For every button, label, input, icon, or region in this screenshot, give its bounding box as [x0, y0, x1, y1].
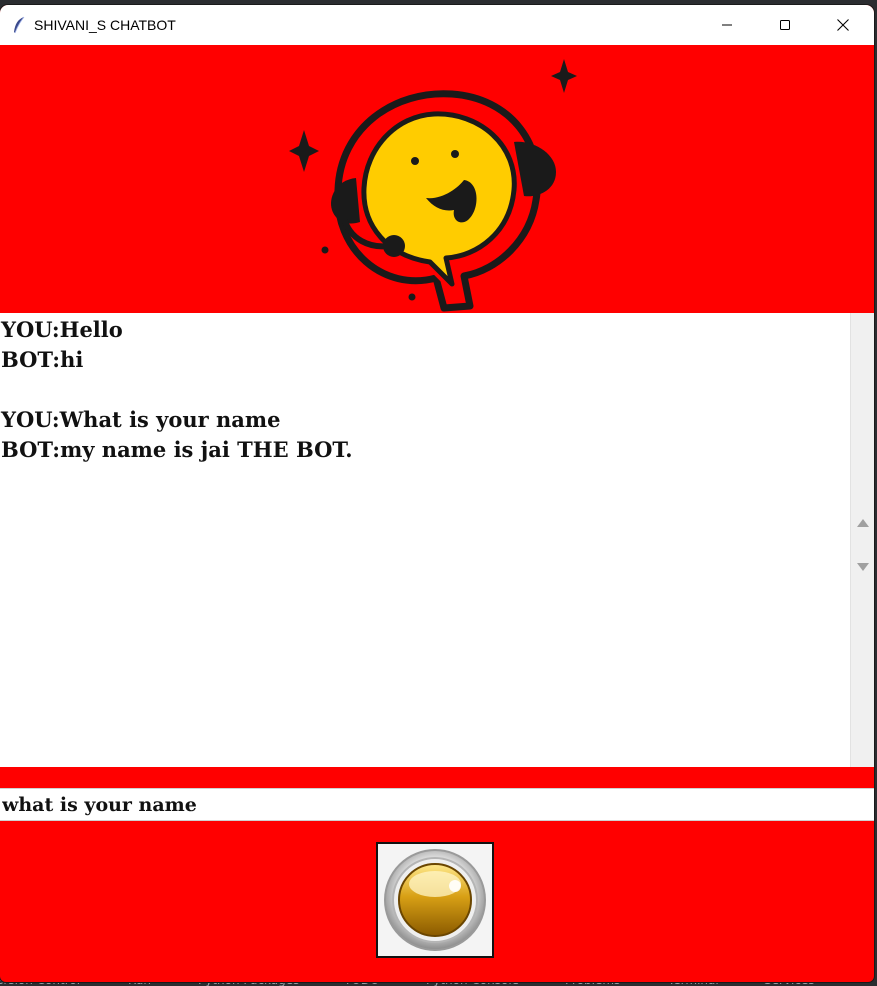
chat-line-user: YOU:Hello — [1, 317, 123, 342]
close-icon — [837, 19, 849, 31]
message-input[interactable] — [0, 788, 874, 821]
chat-line-bot: BOT:hi — [1, 347, 84, 372]
scroll-up-arrow-icon[interactable] — [857, 519, 869, 527]
minimize-icon — [722, 24, 732, 26]
chat-transcript[interactable]: YOU:Hello BOT:hi YOU:What is your name B… — [0, 313, 850, 767]
close-button[interactable] — [814, 5, 872, 45]
scroll-down-arrow-icon[interactable] — [857, 563, 869, 571]
window-title: SHIVANI_S CHATBOT — [34, 17, 176, 33]
header-banner — [0, 45, 874, 313]
maximize-icon — [780, 20, 790, 30]
maximize-button[interactable] — [756, 5, 814, 45]
send-button[interactable] — [376, 842, 494, 958]
feather-icon — [14, 16, 25, 34]
chatbot-window: SHIVANI_S CHATBOT YOU:Hello BOT:hi YOU:W… — [0, 5, 874, 982]
minimize-button[interactable] — [698, 5, 756, 45]
title-bar[interactable]: SHIVANI_S CHATBOT — [0, 5, 874, 45]
chat-line-user: YOU:What is your name — [1, 407, 281, 432]
gold-orb-button-icon — [384, 849, 486, 951]
chat-scrollbar[interactable] — [850, 313, 874, 767]
chat-line-bot: BOT:my name is jai THE BOT. — [1, 437, 353, 462]
headset-smiley-mascot-icon — [289, 59, 577, 312]
